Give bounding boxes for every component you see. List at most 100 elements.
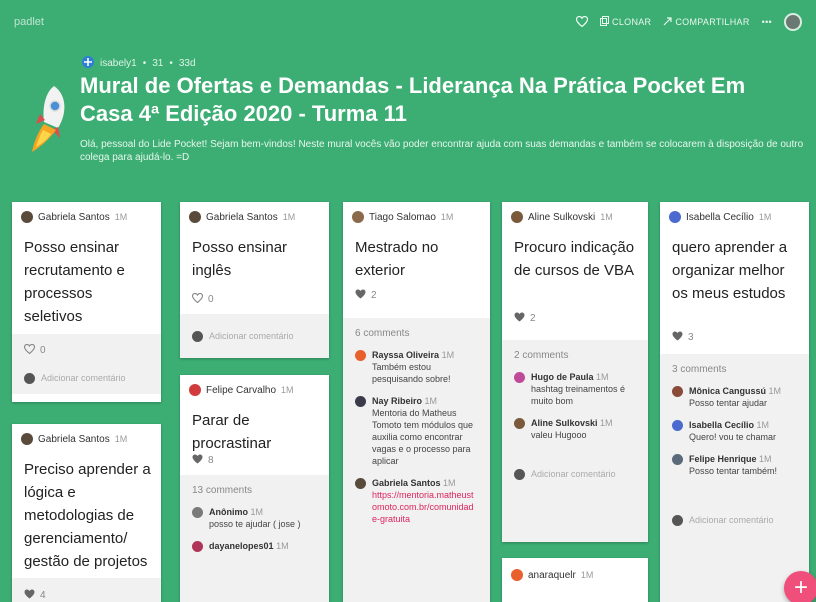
post-author[interactable]: Gabriela Santos [206,212,278,223]
user-avatar[interactable] [784,13,802,31]
comments-section: 6 comments Rayssa Oliveira 1M Também est… [343,318,490,602]
comment-text: Quero! vou te chamar [689,432,777,442]
heart-filled-icon[interactable] [24,588,35,602]
comment-author[interactable]: dayanelopes01 [209,541,274,551]
post-author[interactable]: anaraquelr [528,570,576,581]
post-time: 1M [440,212,454,222]
post-card[interactable]: Isabella Cecílio 1M quero aprender a org… [660,202,809,602]
post-author[interactable]: Felipe Carvalho [206,385,276,396]
author-avatar [352,211,364,223]
more-menu-button[interactable]: ••• [762,17,772,27]
brand-logo[interactable]: padlet [14,16,44,28]
heart-filled-icon[interactable] [192,453,203,467]
add-comment[interactable]: Adicionar comentário [502,455,648,493]
comment-text: Posso tentar também! [689,466,778,476]
post-card[interactable]: Gabriela Santos 1M Posso ensinar inglês … [180,202,329,358]
add-comment-label: Adicionar comentário [209,331,294,341]
comment-count[interactable]: 6 comments [343,318,490,345]
share-icon [663,16,672,28]
comment-author[interactable]: Isabella Cecílio [689,420,754,430]
comment: Anônimo 1M posso te ajudar ( jose ) [180,502,329,536]
like-count: 4 [40,589,46,601]
post-time: 1M [282,212,296,222]
post-card[interactable]: Aline Sulkovski 1M Procuro indicação de … [502,202,648,542]
board-title: Mural de Ofertas e Demandas - Liderança … [80,73,746,126]
post-author[interactable]: Tiago Salomao [369,212,436,223]
comment-time: 1M [768,386,782,396]
post-text: Preciso aprender a lógica e metodologias… [24,461,151,570]
comment: Felipe Henrique 1M Posso tentar também! [660,449,809,483]
comment-count[interactable]: 2 comments [502,340,648,367]
author-avatar [189,384,201,396]
comment-avatar [514,372,525,383]
comment-author[interactable]: Gabriela Santos [372,478,441,488]
comment-count[interactable]: 13 comments [180,475,329,502]
board-post-count: 31 [152,58,164,69]
board-description: Olá, pessoal do Lide Pocket! Sejam bem-v… [80,139,804,163]
post-author[interactable]: Isabella Cecílio [686,212,754,223]
comment-author[interactable]: Nay Ribeiro [372,396,422,406]
author-avatar [669,211,681,223]
post-text: Parar de procrastinar [192,412,272,452]
like-count: 8 [208,454,214,466]
comment-avatar [355,478,366,489]
add-comment[interactable]: Adicionar comentário [180,314,329,358]
comment-time: 1M [276,541,289,551]
share-button[interactable]: COMPARTILHAR [663,16,750,28]
author-avatar [21,433,33,445]
heart-icon[interactable] [575,15,589,29]
comment-count[interactable]: 3 comments [660,354,809,381]
add-comment-label: Adicionar comentário [689,515,774,525]
heart-filled-icon[interactable] [514,311,525,325]
comment-link[interactable]: https://mentoria.matheustomoto.com.br/co… [372,489,478,525]
comment-avatar [192,507,203,518]
comment-author[interactable]: Felipe Henrique [689,454,757,464]
comment: dayanelopes01 1M [180,536,329,558]
heart-outline-icon[interactable] [191,292,204,306]
add-comment[interactable]: Adicionar comentário [660,505,809,535]
post-card[interactable]: Gabriela Santos 1M Preciso aprender a ló… [12,424,161,602]
comment-time: 1M [596,372,609,382]
author-avatar [189,211,201,223]
top-actions: CLONAR COMPARTILHAR ••• [575,13,802,31]
comments-section: 2 comments Hugo de Paula 1M hashtag trei… [502,340,648,542]
post-card[interactable]: Gabriela Santos 1M Posso ensinar recruta… [12,202,161,402]
post-card[interactable]: Felipe Carvalho 1M Parar de procrastinar… [180,375,329,602]
comment-author[interactable]: Hugo de Paula [531,372,594,382]
post-author[interactable]: Aline Sulkovski [528,212,595,223]
top-bar: padlet CLONAR COMPARTILHAR ••• [0,0,816,44]
post-author[interactable]: Gabriela Santos [38,434,110,445]
post-card[interactable]: Tiago Salomao 1M Mestrado no exterior 2 … [343,202,490,602]
comment-author[interactable]: Aline Sulkovski [531,418,598,428]
clone-button[interactable]: CLONAR [600,16,651,28]
comment-author[interactable]: Rayssa Oliveira [372,350,439,360]
share-label: COMPARTILHAR [675,17,750,27]
comment-author[interactable]: Anônimo [209,507,248,517]
comment-time: 1M [600,418,613,428]
comment-avatar [355,350,366,361]
comment-avatar [192,541,203,552]
author-avatar [511,211,523,223]
heart-filled-icon[interactable] [672,330,683,344]
heart-filled-icon[interactable] [355,288,366,302]
add-post-button[interactable]: + [784,571,816,602]
board-header: isabely1 • 31 • 33d Mural de Ofertas e D… [0,44,816,186]
board-author[interactable]: isabely1 [100,58,137,69]
comment-time: 1M [441,350,455,360]
heart-outline-icon[interactable] [23,343,36,357]
comment-text: hashtag treinamentos é muito bom [531,384,626,406]
author-avatar-icon [82,56,94,71]
board-meta: isabely1 • 31 • 33d [82,56,196,71]
comment: Mônica Cangussú 1M Posso tentar ajudar [660,381,809,415]
post-card[interactable]: anaraquelr 1M [502,558,648,602]
comment-author[interactable]: Mônica Cangussú [689,386,766,396]
post-time: 1M [600,212,613,222]
like-count: 0 [208,293,214,305]
comment-text: Posso tentar ajudar [689,398,768,408]
post-text: quero aprender a organizar melhor os meu… [672,239,788,302]
add-comment-label: Adicionar comentário [531,469,616,479]
add-comment[interactable]: Adicionar comentário [12,366,161,390]
add-comment-label: Adicionar comentário [41,373,126,383]
post-author[interactable]: Gabriela Santos [38,212,110,223]
comment: Nay Ribeiro 1M Mentoria do Matheus Tomot… [343,391,490,473]
